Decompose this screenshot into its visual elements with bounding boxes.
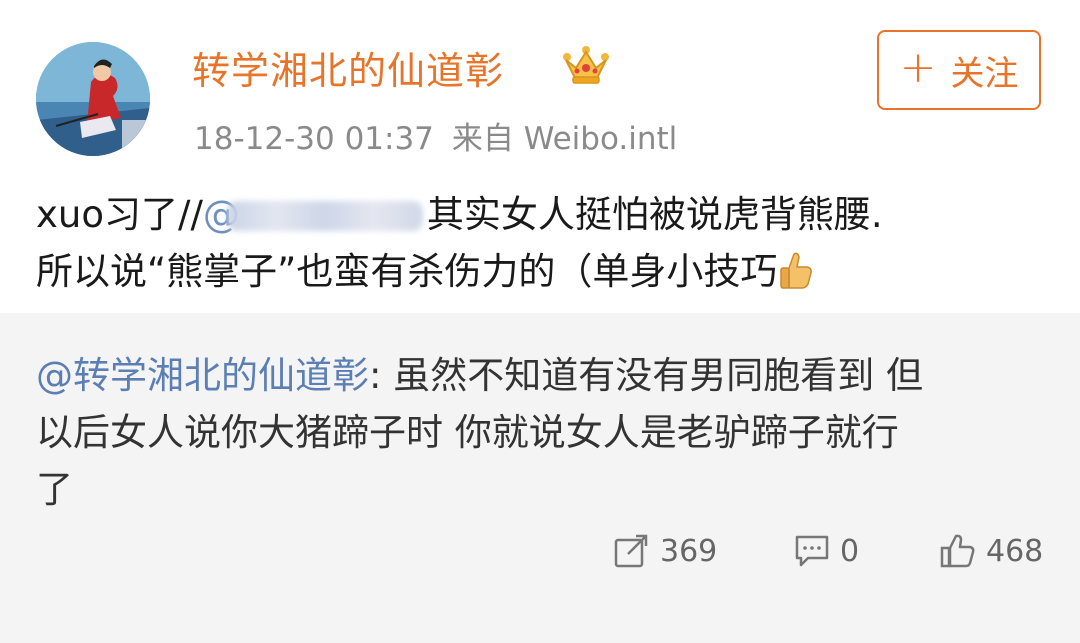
post-line-2: 所以说“熊掌子”也蛮有杀伤力的（单身小技巧 xyxy=(36,243,1056,300)
repost-count-button[interactable]: 369 xyxy=(614,529,717,573)
avatar-illustration xyxy=(36,42,150,156)
repost-line: @转学湘北的仙道彰: 虽然不知道有没有男同胞看到 但 xyxy=(36,347,1046,404)
post-meta: 18-12-30 01:37 来自 Weibo.intl xyxy=(194,113,677,158)
thumbs-up-emoji-icon xyxy=(780,252,813,289)
timestamp: 18-12-30 01:37 xyxy=(194,121,434,157)
like-count-button[interactable]: 468 xyxy=(940,529,1043,573)
follow-label: 关注 xyxy=(950,53,1019,94)
crown-icon xyxy=(563,46,609,84)
post-text: 所以说“熊掌子”也蛮有杀伤力的（单身小技巧 xyxy=(36,250,778,293)
repost-line-text: : 虽然不知道有没有男同胞看到 但 xyxy=(369,354,923,397)
blurred-username xyxy=(226,200,423,231)
post-line-1: xuo习了//@ 其实女人挺怕被说虎背熊腰. xyxy=(36,186,1056,243)
repost-icon xyxy=(614,534,648,568)
avatar[interactable] xyxy=(36,42,150,156)
plus-icon: + xyxy=(899,42,937,93)
repost-count: 369 xyxy=(660,533,718,569)
repost-line: 了 xyxy=(36,468,73,511)
repost-text: @转学湘北的仙道彰: 虽然不知道有没有男同胞看到 但 以后女人说你大猪蹄子时 你… xyxy=(36,347,1046,518)
post-text: 其实女人挺怕被说虎背熊腰. xyxy=(426,193,883,236)
comment-count-button[interactable]: 0 xyxy=(794,529,859,573)
repost-block[interactable]: @转学湘北的仙道彰: 虽然不知道有没有男同胞看到 但 以后女人说你大猪蹄子时 你… xyxy=(0,313,1080,643)
username[interactable]: 转学湘北的仙道彰 xyxy=(192,40,504,95)
post-text: xuo习了// xyxy=(36,193,203,236)
follow-button[interactable]: + 关注 xyxy=(877,30,1041,110)
post-body: xuo习了//@ 其实女人挺怕被说虎背熊腰. 所以说“熊掌子”也蛮有杀伤力的（单身… xyxy=(36,186,1056,300)
repost-line: 以后女人说你大猪蹄子时 你就说女人是老驴蹄子就行 xyxy=(36,411,899,454)
repost-author[interactable]: @转学湘北的仙道彰 xyxy=(36,354,369,397)
blurred-mention[interactable]: @ xyxy=(203,191,427,237)
like-icon xyxy=(940,534,975,568)
comment-count: 0 xyxy=(840,533,860,569)
post-source[interactable]: 来自 Weibo.intl xyxy=(452,121,677,157)
like-count: 468 xyxy=(986,533,1044,569)
comment-icon xyxy=(795,535,829,567)
